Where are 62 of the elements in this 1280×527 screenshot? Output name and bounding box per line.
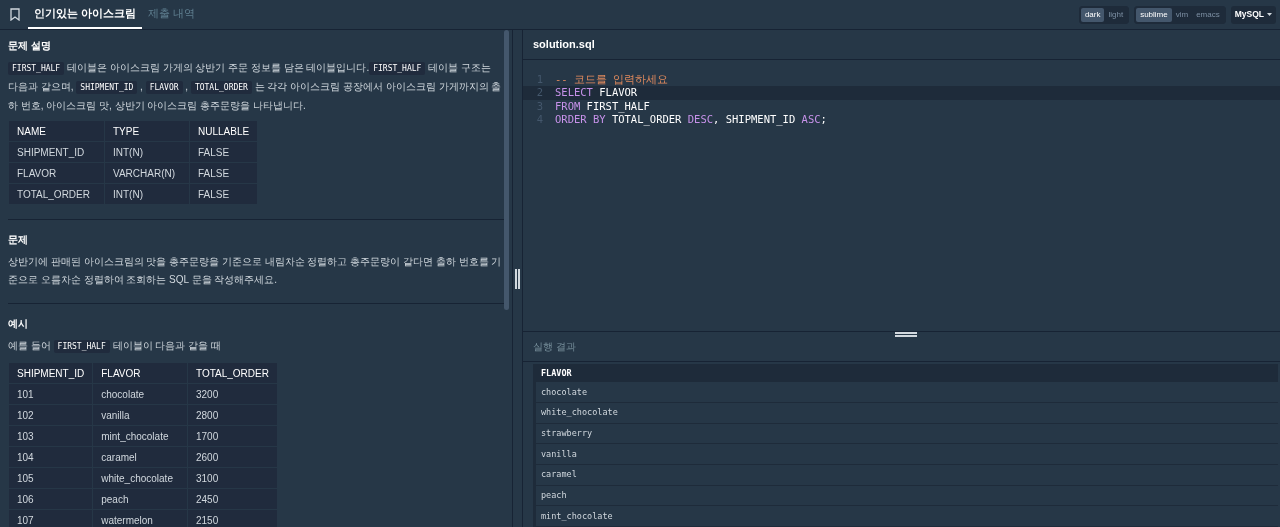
table-cell: FLAVOR [8, 162, 105, 184]
result-cell: vanilla [536, 444, 1278, 465]
table-cell: 1700 [187, 425, 278, 447]
table-cell: 2800 [187, 404, 278, 426]
table-cell: 106 [8, 488, 93, 510]
paragraph: FIRST_HALF 테이블은 아이스크림 가게의 상반기 주문 정보를 담은 테이블입니다. FIRST_HALF 테이블 구조는 다음과 같으며, SHIPMENT_ID , FLAVOR , TOTAL_ORDER 는 각각 아이스크림 공장에서 아이스크림 가게까지의 출하 번호, 아이스크림 맛, 상반기 아이스크림 총주문량을 나타냅니다. [8, 61, 503, 113]
section-heading: 문제 설명 [8, 39, 52, 53]
result-cell: peach [536, 485, 1278, 507]
table-cell: chocolate [92, 383, 188, 405]
result-cell: mint_chocolate [536, 506, 1278, 527]
table-cell: caramel [92, 446, 188, 468]
paragraph: 상반기에 판매된 아이스크림의 맛을 총주문량을 기준으로 내림차순 정렬하고 총주문량이 같다면 출하 번호를 기준으로 오름차순 정렬하여 조회하는 SQL 문을 작성해주세요. [8, 255, 503, 287]
table-cell: mint_chocolate [92, 425, 188, 447]
tab[interactable]: 인기있는 아이스크림 [28, 0, 143, 29]
toggle-option[interactable]: vim [1171, 7, 1193, 22]
scrollbar-thumb[interactable] [504, 30, 509, 310]
result-cell: strawberry [536, 423, 1278, 445]
table-cell: 2450 [187, 488, 278, 510]
table-cell: SHIPMENT_ID [8, 141, 105, 163]
table-cell: 104 [8, 446, 93, 468]
bookmark-icon [10, 8, 20, 21]
column-header: TOTAL_ORDER [187, 362, 278, 384]
column-header: NAME [8, 120, 105, 142]
caret-icon [1267, 13, 1272, 16]
file-name-tab[interactable]: solution.sql [533, 36, 595, 53]
table-cell: vanilla [92, 404, 188, 426]
result-cell: chocolate [536, 382, 1278, 403]
column-header: NULLABLE [189, 120, 258, 142]
result-cell: white_chocolate [536, 402, 1278, 424]
table-cell: 107 [8, 509, 93, 527]
table-cell: FALSE [189, 183, 258, 205]
table-cell: INT(N) [104, 183, 190, 205]
table-cell: 105 [8, 467, 93, 489]
table-cell: INT(N) [104, 141, 190, 163]
table-cell: 2600 [187, 446, 278, 468]
splitter-handle[interactable] [512, 30, 522, 527]
section-heading: 문제 [8, 233, 29, 247]
table-cell: 101 [8, 383, 93, 405]
column-header: SHIPMENT_ID [8, 362, 93, 384]
table-cell: FALSE [189, 141, 258, 163]
column-header: FLAVOR [92, 362, 188, 384]
table-cell: 3100 [187, 467, 278, 489]
toggle-option[interactable]: sublime [1136, 7, 1172, 22]
resize-handle[interactable] [895, 332, 917, 338]
table-cell: 102 [8, 404, 93, 426]
table-cell: TOTAL_ORDER [8, 183, 105, 205]
column-header: TYPE [104, 120, 190, 142]
result-cell: caramel [536, 464, 1278, 486]
paragraph: 예를 들어 FIRST_HALF 테이블이 다음과 같을 때 [8, 339, 222, 355]
table-cell: peach [92, 488, 188, 510]
table-cell: 3200 [187, 383, 278, 405]
section-heading: 예시 [8, 317, 29, 331]
toggle-option[interactable]: light [1104, 7, 1128, 22]
table-cell: 103 [8, 425, 93, 447]
table-cell: white_chocolate [92, 467, 188, 489]
toggle-option[interactable]: dark [1080, 7, 1105, 22]
table-cell: VARCHAR(N) [104, 162, 190, 184]
toggle-option[interactable]: emacs [1192, 7, 1224, 22]
column-header: FLAVOR [536, 364, 1278, 383]
language-dropdown[interactable]: MySQL [1230, 5, 1276, 24]
result-title: 실행 결과 [533, 340, 576, 355]
table-cell: FALSE [189, 162, 258, 184]
